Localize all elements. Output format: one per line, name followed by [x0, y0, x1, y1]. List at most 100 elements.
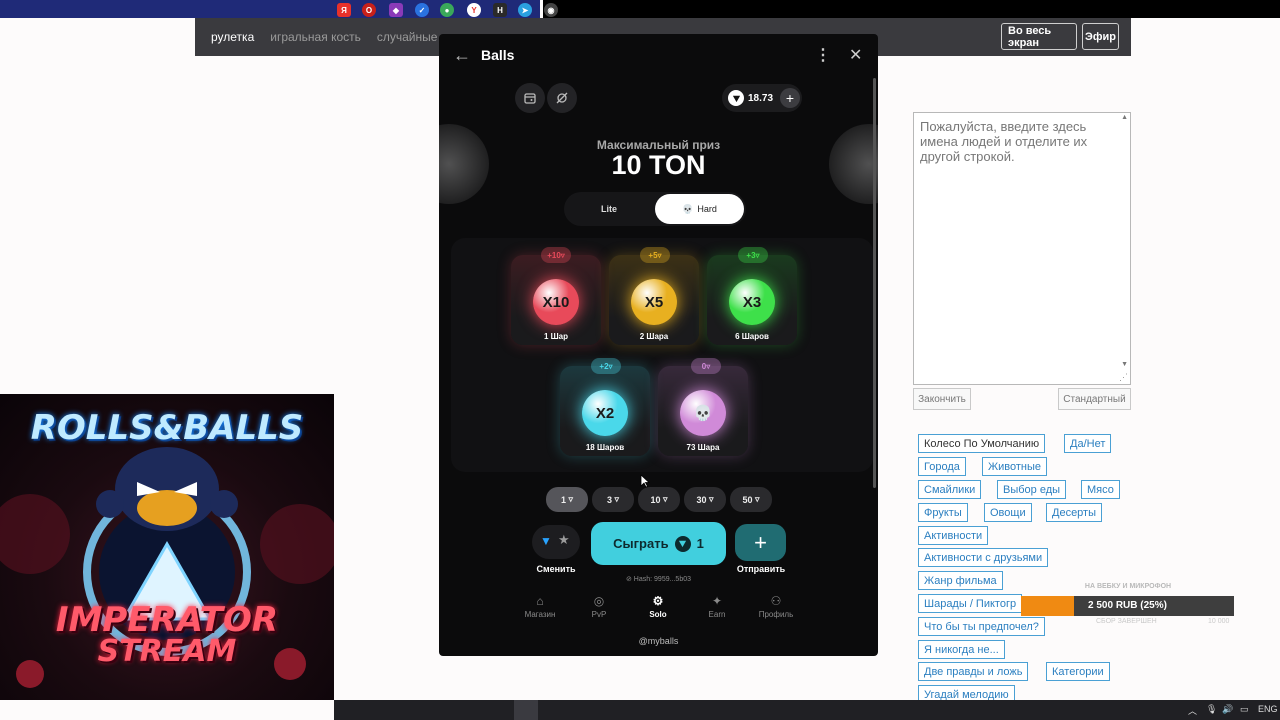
close-icon[interactable]: ✕	[849, 45, 862, 65]
bet-value: 30	[696, 494, 707, 505]
names-textarea[interactable]: Пожалуйста, введите здесь имена людей и …	[913, 112, 1131, 385]
tab-solo[interactable]: ⚙ Solo	[628, 594, 688, 619]
tag-fruits[interactable]: Фрукты	[918, 503, 968, 522]
tag-desserts[interactable]: Десерты	[1046, 503, 1103, 522]
profile-icon: ⚇	[770, 594, 782, 608]
hash-text: ⊘ Hash: 9959...5b03	[439, 575, 878, 583]
resize-handle-icon[interactable]: ⋰	[1119, 372, 1128, 383]
calendar-icon	[524, 93, 536, 104]
multiplier-card-x10[interactable]: X10 1 Шар	[511, 255, 601, 345]
network-icon[interactable]: ▭	[1240, 704, 1249, 715]
scroll-up-icon[interactable]: ▲	[1121, 114, 1128, 121]
yandex-browser-icon[interactable]: Y	[467, 3, 481, 17]
multiplier-card-x2[interactable]: X2 18 Шаров	[560, 366, 650, 456]
play-button[interactable]: Сыграть 1	[591, 522, 726, 565]
bet-value: 50	[742, 494, 753, 505]
tag-animals[interactable]: Животные	[982, 457, 1048, 476]
balance-pill: 18.73 +	[722, 84, 802, 112]
send-label: Отправить	[736, 564, 786, 574]
tab-profile[interactable]: ⚇ Профиль	[746, 594, 806, 619]
volume-icon[interactable]: 🔊	[1222, 704, 1233, 715]
scroll-down-icon[interactable]: ▼	[1121, 361, 1128, 368]
tab-label: Профиль	[758, 610, 794, 619]
mode-lite-tab[interactable]: Lite	[564, 192, 654, 226]
play-amount: 1	[696, 536, 704, 551]
play-label: Сыграть	[613, 536, 669, 551]
skull-icon: 💀	[682, 203, 694, 214]
ball-x5: X5	[631, 279, 677, 325]
reward-badge-value: +3	[746, 250, 756, 260]
tag-food-choice[interactable]: Выбор еды	[997, 480, 1067, 499]
yandex-icon[interactable]: Я	[337, 3, 351, 17]
ball-x2: X2	[582, 390, 628, 436]
tag-never-have-i[interactable]: Я никогда не...	[918, 640, 1005, 659]
back-arrow-icon[interactable]: ←	[453, 45, 471, 66]
language-indicator[interactable]: ENG	[1258, 704, 1278, 714]
donation-status: СБОР ЗАВЕРШЕН	[1096, 618, 1157, 625]
obs-icon[interactable]: ◉	[544, 3, 558, 17]
tag-would-you-rather[interactable]: Что бы ты предпочел?	[918, 617, 1045, 636]
multiplier-card-skull[interactable]: 💀 73 Шара	[658, 366, 748, 456]
standard-button[interactable]: Стандартный	[1058, 388, 1131, 410]
currency-swap-button[interactable]: ▼ ★	[532, 525, 580, 559]
reward-badge: +3 ▿	[738, 247, 768, 263]
tag-meat[interactable]: Мясо	[1081, 480, 1120, 499]
checkmark-app-icon[interactable]: ✓	[415, 3, 429, 17]
ton-icon: ▿	[755, 494, 760, 504]
tag-movie-genre[interactable]: Жанр фильма	[918, 571, 1003, 590]
tag-activities[interactable]: Активности	[918, 526, 989, 545]
tag-categories[interactable]: Категории	[1046, 662, 1110, 681]
tag-two-truths[interactable]: Две правды и ложь	[918, 662, 1029, 681]
app-icon[interactable]: ◆	[389, 3, 403, 17]
tab-label: Магазин	[524, 610, 556, 619]
reward-badge-value: +10	[547, 250, 561, 260]
more-menu-icon[interactable]: ⋮	[815, 45, 831, 65]
chrome-icon[interactable]: ●	[440, 3, 454, 17]
nav-link-roulette[interactable]: рулетка	[211, 30, 254, 44]
ton-icon: ▿	[709, 494, 714, 504]
microphone-icon[interactable]: 🎙	[1206, 704, 1217, 715]
telegram-icon[interactable]: ➤	[518, 3, 532, 17]
app-header: ← Balls ⋮ ✕	[439, 34, 878, 78]
tag-emojis[interactable]: Смайлики	[918, 480, 982, 499]
mode-switch: Lite 💀 Hard	[564, 192, 746, 226]
send-button[interactable]: +	[735, 524, 786, 561]
tag-cities[interactable]: Города	[918, 457, 966, 476]
tab-earn[interactable]: ✦ Earn	[687, 594, 747, 619]
ball-count: 2 Шара	[639, 332, 669, 341]
tag-vegetables[interactable]: Овощи	[984, 503, 1032, 522]
bet-value: 10	[650, 494, 661, 505]
tab-pvp[interactable]: ◎ PvP	[569, 594, 629, 619]
reward-badge-value: +5	[648, 250, 658, 260]
ton-icon: ▿	[568, 494, 574, 504]
fullscreen-button[interactable]: Во весь экран	[1001, 23, 1077, 50]
finish-button[interactable]: Закончить	[913, 388, 971, 410]
tag-charades[interactable]: Шарады / Пиктогр	[918, 594, 1022, 613]
shop-icon: ⌂	[536, 594, 544, 608]
bet-option-50[interactable]: 50 ▿	[730, 487, 772, 512]
bet-option-30[interactable]: 30 ▿	[684, 487, 726, 512]
tag-default-wheel[interactable]: Колесо По Умолчанию	[918, 434, 1046, 453]
bet-option-1[interactable]: 1 ▿	[546, 487, 588, 512]
tag-activities-friends[interactable]: Активности с друзьями	[918, 548, 1049, 567]
tag-yes-no[interactable]: Да/Нет	[1064, 434, 1112, 453]
opera-icon[interactable]: O	[362, 3, 376, 17]
bet-option-10[interactable]: 10 ▿	[638, 487, 680, 512]
skull-icon: 💀	[693, 405, 713, 422]
ball-x3: X3	[729, 279, 775, 325]
topup-button[interactable]: +	[780, 88, 800, 108]
bet-option-3[interactable]: 3 ▿	[592, 487, 634, 512]
mode-hard-label: Hard	[697, 204, 717, 214]
notion-icon[interactable]: H	[493, 3, 507, 17]
mode-hard-tab[interactable]: 💀 Hard	[655, 194, 744, 224]
broadcast-button[interactable]: Эфир	[1082, 23, 1119, 50]
tab-shop[interactable]: ⌂ Магазин	[510, 594, 570, 619]
multiplier-card-x5[interactable]: X5 2 Шара	[609, 255, 699, 345]
ton-icon	[674, 535, 691, 552]
nav-link-dice[interactable]: игральная кость	[270, 30, 361, 44]
bot-handle[interactable]: @myballs	[439, 636, 878, 646]
tray-chevron-icon[interactable]: ︿	[1188, 704, 1197, 717]
multiplier-card-x3[interactable]: X3 6 Шаров	[707, 255, 797, 345]
history-button[interactable]	[515, 83, 545, 113]
animation-toggle-button[interactable]	[547, 83, 577, 113]
